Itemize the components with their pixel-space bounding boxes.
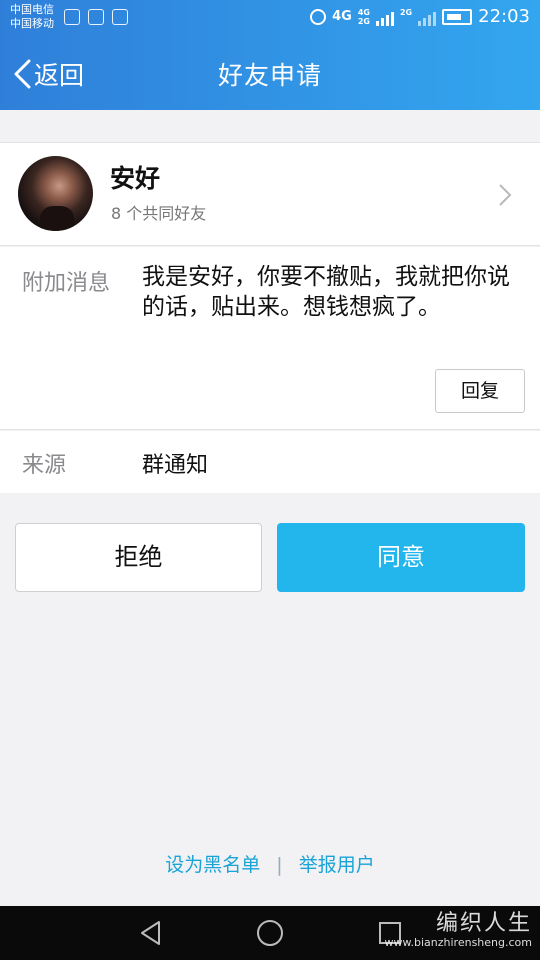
watermark: 编织人生 www.bianzhirensheng.com — [384, 911, 532, 950]
watermark-logo: 编织人生 — [435, 911, 532, 936]
alarm-icon — [310, 8, 327, 25]
report-user-link[interactable]: 举报用户 — [299, 854, 375, 876]
status-right: 4G 4G 2G 2G 22:03 — [310, 6, 530, 27]
notification-icons — [64, 9, 128, 25]
header-bar: 中国电信 中国移动 4G 4G 2G 2G 22:03 返回 好友申请 — [0, 0, 540, 110]
network-label-b: 2G — [357, 16, 370, 26]
network-type-label: 4G — [332, 9, 352, 24]
carrier-label-1: 中国电信 — [10, 3, 54, 16]
image-icon — [88, 9, 104, 25]
status-bar: 中国电信 中国移动 4G 4G 2G 2G 22:03 — [0, 0, 540, 36]
message-card: 附加消息 我是安好，你要不撤贴，我就把你说的话，贴出来。想钱想疯了。 回复 — [0, 247, 540, 430]
carrier-label-2: 中国移动 — [10, 17, 54, 30]
wifi-hotspot-icon — [64, 9, 80, 25]
page-title: 好友申请 — [217, 61, 322, 90]
battery-icon — [442, 8, 473, 25]
avatar[interactable] — [18, 156, 93, 231]
source-row: 来源 群通知 — [0, 431, 540, 493]
profile-card[interactable]: 安好 8 个共同好友 — [0, 142, 540, 246]
accept-button[interactable]: 同意 — [277, 523, 525, 592]
footer-links: 设为黑名单 | 举报用户 — [0, 850, 540, 877]
dual-network-label: 4G 2G — [358, 8, 370, 26]
signal-icon-2 — [418, 8, 437, 26]
signal-icon-1 — [375, 8, 394, 26]
source-label: 来源 — [22, 453, 67, 478]
source-value: 群通知 — [142, 453, 209, 478]
app-notification-icon — [112, 9, 128, 25]
clock-label: 22:03 — [478, 6, 530, 27]
message-label: 附加消息 — [22, 271, 111, 296]
message-text: 我是安好，你要不撤贴，我就把你说的话，贴出来。想钱想疯了。 — [142, 264, 510, 320]
blacklist-link[interactable]: 设为黑名单 — [165, 854, 260, 876]
profile-name: 安好 — [110, 164, 161, 193]
mutual-friends-count: 8 个共同好友 — [111, 204, 207, 223]
reject-button[interactable]: 拒绝 — [15, 523, 262, 592]
chevron-right-icon — [499, 184, 512, 206]
back-triangle-icon[interactable] — [137, 919, 165, 947]
network-label-3: 2G — [399, 8, 413, 17]
watermark-url: www.bianzhirensheng.com — [384, 936, 532, 949]
footer-separator: | — [276, 854, 283, 876]
network-label-a: 4G — [357, 7, 370, 17]
reply-button[interactable]: 回复 — [435, 369, 525, 413]
home-circle-icon[interactable] — [256, 919, 284, 947]
carrier-info: 中国电信 中国移动 — [10, 3, 54, 31]
navigation-bar: 返回 好友申请 — [0, 38, 540, 108]
